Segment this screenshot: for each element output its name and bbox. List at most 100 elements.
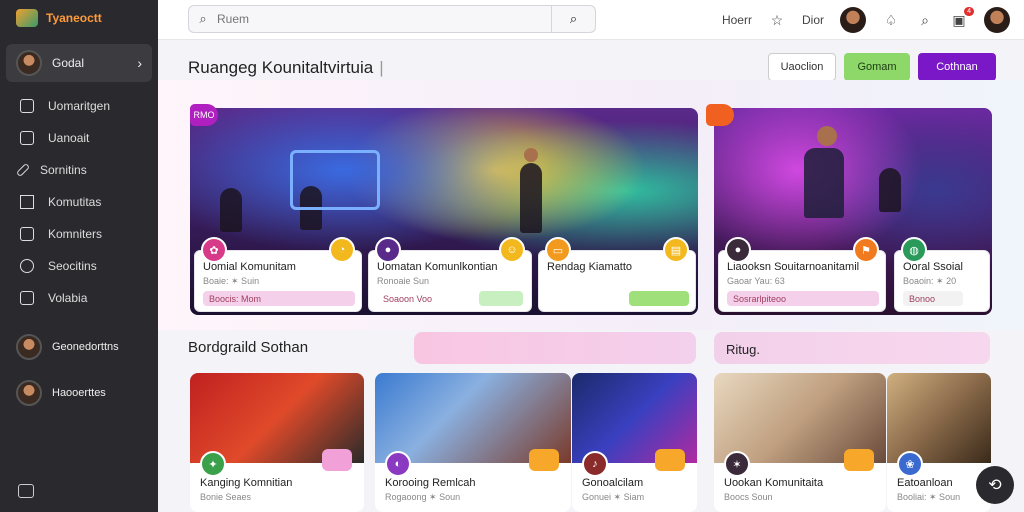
text-cursor: | <box>379 58 384 77</box>
featured-item-2[interactable]: ▭ ▤ Rendag Kiamatto <box>538 237 696 312</box>
chevron-right-icon: › <box>137 55 142 71</box>
share-icon: ⟲ <box>988 477 1002 494</box>
search-input[interactable] <box>217 12 551 26</box>
performer-head <box>524 148 538 162</box>
green-button[interactable]: Gomam <box>844 53 910 81</box>
collapse-icon[interactable] <box>18 484 34 498</box>
search-icon[interactable]: ⌕ <box>916 12 934 29</box>
avatar[interactable] <box>840 7 866 33</box>
sparkle-icon: ✶ <box>724 451 750 477</box>
sidebar-item-1[interactable]: Uanoait <box>0 122 158 154</box>
item-action-pill[interactable] <box>629 291 689 306</box>
purple-button[interactable]: Cothnan <box>918 53 996 81</box>
community-card-4[interactable]: ❀ Eatoanloan Booliai: ✶ Soun <box>887 373 991 512</box>
community-card-3[interactable]: ✶ Uookan Komunitaita Boocs Soun <box>714 373 886 512</box>
avatar <box>16 50 42 76</box>
bell-icon[interactable]: ♤ <box>882 12 900 29</box>
camera-icon: ▭ <box>545 237 571 263</box>
card-image <box>887 373 991 463</box>
item-title: Rendag Kiamatto <box>547 261 632 273</box>
topbar: ⌕ ⌕ Hoerr ☆ Dior ♤ ⌕ ▣4 <box>158 0 1024 40</box>
card-subtitle: Bonie Seaes <box>200 492 252 502</box>
star-icon[interactable]: ☆ <box>768 12 786 29</box>
card-subtitle: Booliai: ✶ Soun <box>897 492 961 502</box>
person-name: Geonedorttns <box>52 341 119 353</box>
community-card-1[interactable]: ◐ Korooing Remlcah Rogaoong ✶ Soun <box>375 373 571 512</box>
leaf-icon: ✦ <box>200 451 226 477</box>
card-badge <box>322 449 352 471</box>
featured-tag: RMO <box>190 104 218 126</box>
sidebar-item-0[interactable]: Uomaritgen <box>0 90 158 122</box>
search-bar: ⌕ ⌕ <box>188 5 596 33</box>
sidebar-user-name: Godal <box>52 56 85 70</box>
item-pill: Bonoo <box>903 291 963 306</box>
card-badge <box>655 449 685 471</box>
top-link-0[interactable]: Hoerr <box>722 13 752 27</box>
card-title: Uookan Komunitaita <box>724 477 824 489</box>
people-icon <box>20 227 34 241</box>
featured-item-0[interactable]: ✿ ◔ Uomial Komunitam Boaie: ✶ Suin Booci… <box>194 237 362 312</box>
page-title-text: Ruangeg Kounitaltvirtuia <box>188 58 374 77</box>
flag-icon: ⚑ <box>853 237 879 263</box>
sidebar-item-label: Seocitins <box>48 259 97 273</box>
featured-tag <box>706 104 734 126</box>
item-title: Uomatan Komunlkontian <box>377 261 498 273</box>
emoji-icon: ☺ <box>499 237 525 263</box>
item-pill: Boocis: Mom <box>203 291 355 306</box>
card-badge <box>844 449 874 471</box>
card-title: Kanging Komnitian <box>200 477 293 489</box>
performer-figure <box>520 163 542 233</box>
item-title: Liaooksn Souitarnoanitamil <box>727 261 860 273</box>
avatar <box>16 334 42 360</box>
item-pill: Soaoon Voo <box>383 293 433 304</box>
community-icon: ✿ <box>201 237 227 263</box>
top-link-1[interactable]: Dior <box>802 13 824 27</box>
chat-icon: ◔ <box>329 237 355 263</box>
section-banner <box>414 332 696 364</box>
sidebar-item-2[interactable]: Sornitins <box>0 154 158 186</box>
card-title: Gonoalcilam <box>582 477 644 489</box>
sidebar-item-label: Komniters <box>48 227 103 241</box>
user-avatar[interactable] <box>984 7 1010 33</box>
community-card-2[interactable]: ♪ Gonoalcilam Gonuei ✶ Siam <box>572 373 697 512</box>
person-name: Haooerttes <box>52 387 106 399</box>
outline-button[interactable]: Uaoclion <box>768 53 836 81</box>
featured-item-3[interactable]: ● ⚑ Liaooksn Souitarnoanitamil Gaoar Yau… <box>718 237 886 312</box>
sidebar-user[interactable]: Godal › <box>6 44 152 82</box>
featured-item-4[interactable]: ◍ Ooral Ssoial Boaoin: ✶ 20 Bonoo <box>894 237 990 312</box>
featured-item-1[interactable]: ● ☺ Uomatan Komunlkontian Ronoaie Sun So… <box>368 237 532 312</box>
chat-icon: ◐ <box>385 451 411 477</box>
sidebar-person-1[interactable]: Haooerttes <box>0 370 158 416</box>
performer-figure <box>804 148 844 218</box>
brand[interactable]: Tyaneoctt <box>0 0 158 36</box>
page-title: Ruangeg Kounitaltvirtuia | <box>188 58 384 78</box>
sidebar-item-5[interactable]: Seocitins <box>0 250 158 282</box>
community-card-0[interactable]: ✦ Kanging Komnitian Bonie Seaes <box>190 373 364 512</box>
notification-badge: 4 <box>964 6 974 16</box>
card-title: Korooing Remlcah <box>385 477 476 489</box>
sidebar: Tyaneoctt Godal › Uomaritgen Uanoait Sor… <box>0 0 158 512</box>
cart-icon[interactable]: ▣ 4 <box>950 6 974 29</box>
sidebar-item-6[interactable]: Volabia <box>0 282 158 314</box>
card-badge <box>529 449 559 471</box>
section-title: Ritug. <box>726 342 760 357</box>
performer-figure <box>220 188 242 232</box>
floating-action-button[interactable]: ⟲ <box>976 466 1014 504</box>
sidebar-item-4[interactable]: Komniters <box>0 218 158 250</box>
sidebar-item-3[interactable]: Komutitas <box>0 186 158 218</box>
stage-screen <box>290 150 380 210</box>
info-icon <box>20 291 34 305</box>
music-icon: ♪ <box>582 451 608 477</box>
clock-icon <box>20 259 34 273</box>
item-subtitle: Gaoar Yau: 63 <box>727 276 785 286</box>
avatar: ● <box>725 237 751 263</box>
home-icon <box>20 99 34 113</box>
grid-icon <box>20 195 34 209</box>
item-subtitle: Ronoaie Sun <box>377 276 430 286</box>
search-button[interactable]: ⌕ <box>551 6 595 32</box>
document-icon <box>20 131 34 145</box>
sidebar-item-label: Uomaritgen <box>48 99 111 113</box>
sidebar-person-0[interactable]: Geonedorttns <box>0 324 158 370</box>
search-icon: ⌕ <box>199 11 207 26</box>
logo-icon <box>16 9 38 27</box>
